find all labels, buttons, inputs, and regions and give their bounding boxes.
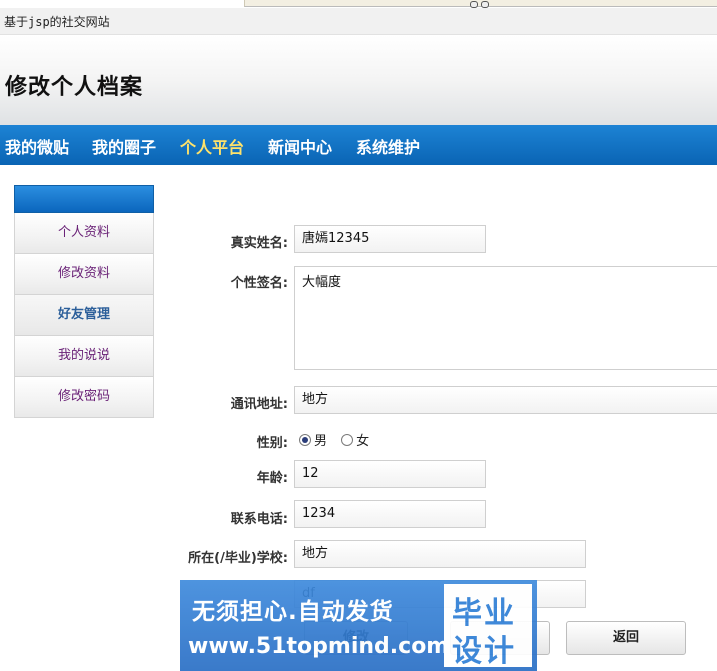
top-frame-strip	[0, 0, 717, 8]
sidebar: 个人资料 修改资料 好友管理 我的说说 修改密码	[14, 185, 154, 418]
gender-female-radio[interactable]	[341, 434, 354, 446]
address-label: 通讯地址:	[230, 397, 288, 412]
school-label: 所在(/毕业)学校:	[188, 551, 288, 566]
nav-item-news[interactable]: 新闻中心	[268, 134, 332, 158]
signature-textarea[interactable]: 大幅度	[294, 266, 717, 370]
sidebar-item-password[interactable]: 修改密码	[14, 377, 154, 418]
sidebar-item-posts[interactable]: 我的说说	[14, 336, 154, 377]
page-title: 修改个人档案	[5, 75, 144, 100]
real-name-label: 真实姓名:	[230, 236, 288, 251]
gender-female-label: 女	[356, 434, 370, 449]
sidebar-item-edit-profile[interactable]: 修改资料	[14, 254, 154, 295]
watermark-banner: 无须担心.自动发货 www.51topmind.com 毕业 设计	[180, 580, 537, 671]
age-input[interactable]: 12	[294, 460, 486, 488]
watermark-logo: 毕业 设计	[444, 584, 532, 669]
gender-label: 性别:	[256, 436, 288, 451]
window-titlebar: 基于jsp的社交网站	[0, 8, 717, 35]
gender-radio-group: 男 女	[299, 430, 379, 449]
nav-item-system[interactable]: 系统维护	[356, 134, 420, 158]
address-input[interactable]: 地方	[294, 386, 717, 414]
phone-label: 联系电话:	[230, 512, 288, 527]
nav-item-personal[interactable]: 个人平台	[180, 134, 244, 158]
nav-item-weitie[interactable]: 我的微贴	[5, 134, 69, 158]
back-button[interactable]: 返回	[566, 621, 686, 655]
sidebar-header	[14, 185, 154, 213]
phone-input[interactable]: 1234	[294, 500, 486, 528]
sidebar-item-profile[interactable]: 个人资料	[14, 213, 154, 254]
sidebar-item-friends[interactable]: 好友管理	[14, 295, 154, 336]
nav-item-circle[interactable]: 我的圈子	[92, 134, 156, 158]
gender-male-label: 男	[314, 434, 328, 449]
resize-handle-icon	[470, 1, 478, 8]
real-name-input[interactable]: 唐嫣12345	[294, 225, 486, 253]
watermark-logo-bottom: 设计	[452, 634, 516, 669]
watermark-text-panel: 无须担心.自动发货 www.51topmind.com	[180, 580, 449, 671]
resize-handle-icon	[481, 1, 489, 8]
main-nav: 我的微贴 我的圈子 个人平台 新闻中心 系统维护	[0, 125, 717, 165]
school-input[interactable]: 地方	[294, 540, 586, 568]
age-label: 年龄:	[256, 471, 288, 486]
watermark-slogan: 无须担心.自动发货	[192, 599, 394, 625]
signature-label: 个性签名:	[230, 276, 288, 291]
window-title: 基于jsp的社交网站	[4, 15, 110, 29]
gender-male-radio[interactable]	[299, 434, 311, 446]
watermark-url: www.51topmind.com	[188, 634, 450, 659]
page-header: 修改个人档案	[0, 35, 717, 125]
